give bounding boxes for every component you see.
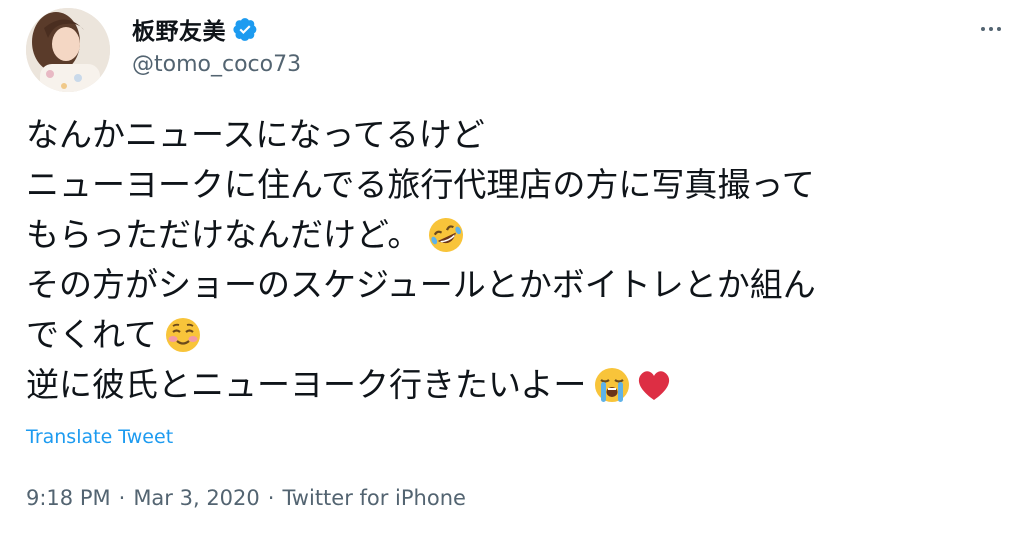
tweet-metadata: 9:18 PM · Mar 3, 2020 · Twitter for iPho… (26, 486, 466, 510)
tweet-source[interactable]: Twitter for iPhone (282, 486, 466, 510)
tweet-text-line-1: なんかニュースになってるけど (26, 115, 485, 154)
smiling-face-emoji (163, 315, 203, 355)
loudly-crying-face-emoji (592, 365, 632, 405)
tweet-date[interactable]: Mar 3, 2020 (133, 486, 259, 510)
red-heart-emoji (634, 365, 674, 405)
display-name[interactable]: 板野友美 (132, 12, 226, 46)
tweet-text-line-5: でくれて (26, 315, 158, 354)
tweet-text-line: ニューヨークに住んでる旅行代理店の方に写真撮って (26, 160, 1006, 210)
tweet-time[interactable]: 9:18 PM (26, 486, 111, 510)
tweet-text-line-4: その方がショーのスケジュールとかボイトレとか組ん (26, 265, 816, 304)
tweet-text-line: 逆に彼氏とニューヨーク行きたいよー (26, 360, 1006, 410)
rolling-on-floor-laughing-emoji (426, 215, 466, 255)
separator: · (267, 486, 275, 510)
tweet-text-line-3: もらっただけなんだけど。 (26, 215, 421, 254)
tweet-text-line: その方がショーのスケジュールとかボイトレとか組ん (26, 260, 1006, 310)
tweet-text-line-6: 逆に彼氏とニューヨーク行きたいよー (26, 365, 587, 404)
tweet-text-line: でくれて (26, 310, 1006, 360)
author-name-row: 板野友美 (132, 12, 258, 46)
tweet: 板野友美 @tomo_coco73 なんかニュースになってるけど ニューヨークに… (0, 0, 1024, 536)
avatar[interactable] (26, 8, 110, 92)
tweet-text-line: もらっただけなんだけど。 (26, 210, 1006, 260)
more-horizontal-icon[interactable] (976, 14, 1006, 44)
translate-tweet-link[interactable]: Translate Tweet (26, 426, 173, 448)
author-handle[interactable]: @tomo_coco73 (132, 52, 301, 77)
tweet-text-line-2: ニューヨークに住んでる旅行代理店の方に写真撮って (26, 165, 815, 204)
verified-badge-icon (232, 16, 258, 42)
tweet-text: なんかニュースになってるけど ニューヨークに住んでる旅行代理店の方に写真撮って … (26, 110, 1006, 410)
separator: · (118, 486, 126, 510)
tweet-text-line: なんかニュースになってるけど (26, 110, 1006, 160)
